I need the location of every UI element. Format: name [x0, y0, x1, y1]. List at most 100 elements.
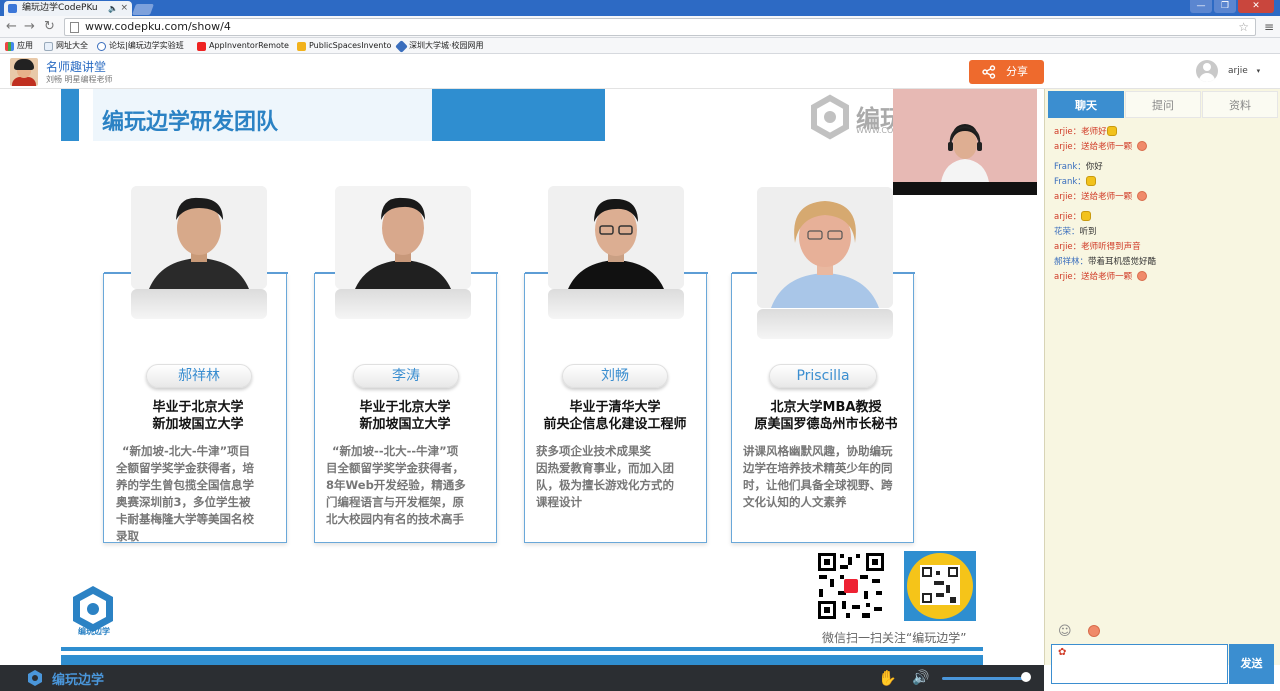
bookmark-appinventor[interactable]: AppInventorRemote	[197, 38, 289, 54]
chat-text: 带着耳机感觉好酷	[1088, 257, 1157, 267]
caret-down-icon: ▾	[1256, 67, 1261, 75]
chat-tools: ☺	[1058, 624, 1100, 639]
tab-chat[interactable]: 聊天	[1048, 91, 1124, 118]
player-bar: 编玩边学 ✋ 🔊	[0, 665, 1044, 691]
chat-sender: arjie：	[1054, 192, 1082, 202]
qr-code-sunflower-icon	[904, 551, 976, 621]
photo-reflection	[131, 289, 267, 319]
emoji-icon[interactable]: ☺	[1058, 624, 1072, 639]
close-window-button[interactable]: ✕	[1238, 0, 1274, 13]
bookmark-apps[interactable]: 应用	[5, 38, 33, 54]
chat-sender: arjie：	[1054, 212, 1082, 222]
browser-tab-bar: 编玩边学CodePKu 🔈 × — ❐ ✕	[0, 0, 1280, 16]
photo-reflection	[335, 289, 471, 319]
teacher-school-2: 原美国罗德岛州市长秘书	[754, 417, 898, 432]
tab-title: 编玩边学CodePKu	[22, 3, 98, 13]
favicon-icon	[8, 4, 17, 13]
volume-slider-handle[interactable]	[1020, 672, 1031, 682]
player-logo-icon	[28, 670, 42, 686]
chat-message: 花荣：听到	[1054, 226, 1274, 238]
chat-message: arjie：老师好	[1054, 126, 1274, 138]
back-arrow-icon[interactable]: ←	[6, 19, 17, 35]
desc-line: 卡耐基梅隆大学等美国名校	[116, 512, 254, 526]
teacher-name-badge: 李涛	[353, 364, 459, 388]
desc-line: “新加坡--北大--牛津”项	[332, 444, 459, 458]
desc-line: 全额留学奖学金获得者，培	[116, 461, 254, 475]
bookmark-wangzhi[interactable]: 网址大全	[44, 38, 88, 54]
chat-message: Frank：你好	[1054, 161, 1274, 173]
username: arjie	[1228, 66, 1248, 76]
tab-materials[interactable]: 资料	[1202, 91, 1278, 118]
share-button[interactable]: 分享	[969, 60, 1044, 84]
slide-title: 编玩边学研发团队	[102, 110, 279, 135]
peach-icon	[1137, 271, 1148, 281]
desc-line: 文化认知的人文素养	[743, 495, 847, 509]
teacher-photo	[131, 186, 267, 289]
bear-icon	[1081, 211, 1092, 221]
send-button[interactable]: 发送	[1229, 644, 1274, 684]
bookmark-szu[interactable]: 深圳大学城·校园网用	[395, 38, 484, 54]
desc-line: 时，让他们具备全球视野、跨	[743, 478, 893, 492]
bookmark-forum[interactable]: 论坛|编玩边学实验班	[97, 38, 184, 54]
chat-input[interactable]: ✿	[1051, 644, 1228, 684]
bookmark-label: 深圳大学城·校园网用	[409, 41, 484, 50]
channel-subtitle: 刘畅 明星编程老师	[46, 75, 113, 84]
chat-text: 听到	[1079, 227, 1097, 237]
bookmark-publicspaces[interactable]: PublicSpacesInvento	[297, 38, 391, 54]
bookmark-star-icon[interactable]: ☆	[1238, 19, 1249, 35]
volume-icon[interactable]: 🔊	[912, 670, 929, 686]
bear-icon	[1106, 126, 1117, 136]
speaker-icon[interactable]: 🔈	[108, 1, 118, 16]
forward-arrow-icon[interactable]: →	[24, 19, 35, 35]
browser-toolbar: ← → ↻ www.codepku.com/show/4 ☆ ≡	[0, 16, 1280, 38]
chat-text: 送给老师一颗	[1081, 142, 1133, 152]
address-bar[interactable]: www.codepku.com/show/4 ☆	[64, 18, 1256, 36]
tab-questions[interactable]: 提问	[1125, 91, 1201, 118]
tab-close-button[interactable]: ×	[120, 1, 128, 16]
user-avatar-icon[interactable]	[1196, 60, 1218, 82]
teacher-description: 讲课风格幽默风趣，协助编玩 边学在培养技术精英少年的同 时，让他们具备全球视野、…	[743, 443, 919, 511]
peach-icon	[1137, 141, 1148, 151]
apps-icon	[5, 41, 14, 51]
browser-tab[interactable]: 编玩边学CodePKu 🔈 ×	[4, 1, 132, 16]
desc-line: 边学在培养技术精英少年的同	[743, 461, 893, 475]
desc-line: 目全额留学奖学金获得者，	[326, 461, 464, 475]
chat-text: 老师好	[1081, 127, 1107, 137]
channel-title[interactable]: 名师趣讲堂	[46, 58, 106, 75]
url-text: www.codepku.com/show/4	[85, 20, 231, 33]
desc-line: 获多项企业技术成果奖	[536, 444, 651, 458]
scan-caption: 微信扫一扫关注“编玩边学”	[822, 631, 967, 645]
peach-gift-icon[interactable]	[1087, 625, 1100, 637]
chat-message: Frank：	[1054, 176, 1274, 188]
new-tab-button[interactable]	[131, 4, 155, 15]
minimize-button[interactable]: —	[1190, 0, 1212, 13]
chat-text: 你好	[1085, 162, 1103, 172]
teacher-description: “新加坡-北大-牛津”项目 全额留学奖学金获得者，培 养的学生曾包揽全国信息学 …	[116, 443, 286, 545]
maximize-button[interactable]: ❐	[1214, 0, 1236, 13]
bookmark-label: 网址大全	[56, 41, 88, 50]
menu-icon[interactable]: ≡	[1264, 20, 1274, 34]
chat-sender: arjie：	[1054, 142, 1082, 152]
campus-icon	[395, 39, 408, 53]
video-frame	[893, 89, 1037, 182]
slide-viewer: 编玩边学研发团队 编玩 WWW.CO 郝祥林 毕业于北京大学 新加坡国立大学 “…	[0, 89, 1044, 665]
teacher-avatar[interactable]	[10, 58, 38, 86]
teacher-name-badge: Priscilla	[769, 364, 877, 388]
chat-message: arjie：	[1054, 211, 1274, 223]
desc-line: 奥赛深圳前3，多位学生被	[116, 495, 251, 509]
volume-slider[interactable]	[942, 677, 1026, 680]
bookmark-label: AppInventorRemote	[209, 41, 289, 50]
rose-icon: ✿	[1058, 647, 1067, 658]
chat-sender: Frank：	[1054, 177, 1086, 187]
chat-tabs: 聊天 提问 资料	[1048, 91, 1278, 118]
teacher-school: 毕业于清华大学	[569, 400, 661, 415]
user-menu[interactable]: arjie ▾	[1228, 66, 1260, 76]
raise-hand-icon[interactable]: ✋	[878, 669, 897, 687]
site-header: 名师趣讲堂 刘畅 明星编程老师 分享 arjie ▾	[0, 55, 1280, 89]
teacher-name-badge: 郝祥林	[146, 364, 252, 388]
bookmark-label: PublicSpacesInvento	[309, 41, 392, 50]
reload-icon[interactable]: ↻	[44, 19, 55, 35]
chat-sender: 郝祥林：	[1054, 257, 1089, 267]
chat-message: 郝祥林：带着耳机感觉好酷	[1054, 256, 1274, 268]
window-controls: — ❐ ✕	[1190, 0, 1274, 16]
